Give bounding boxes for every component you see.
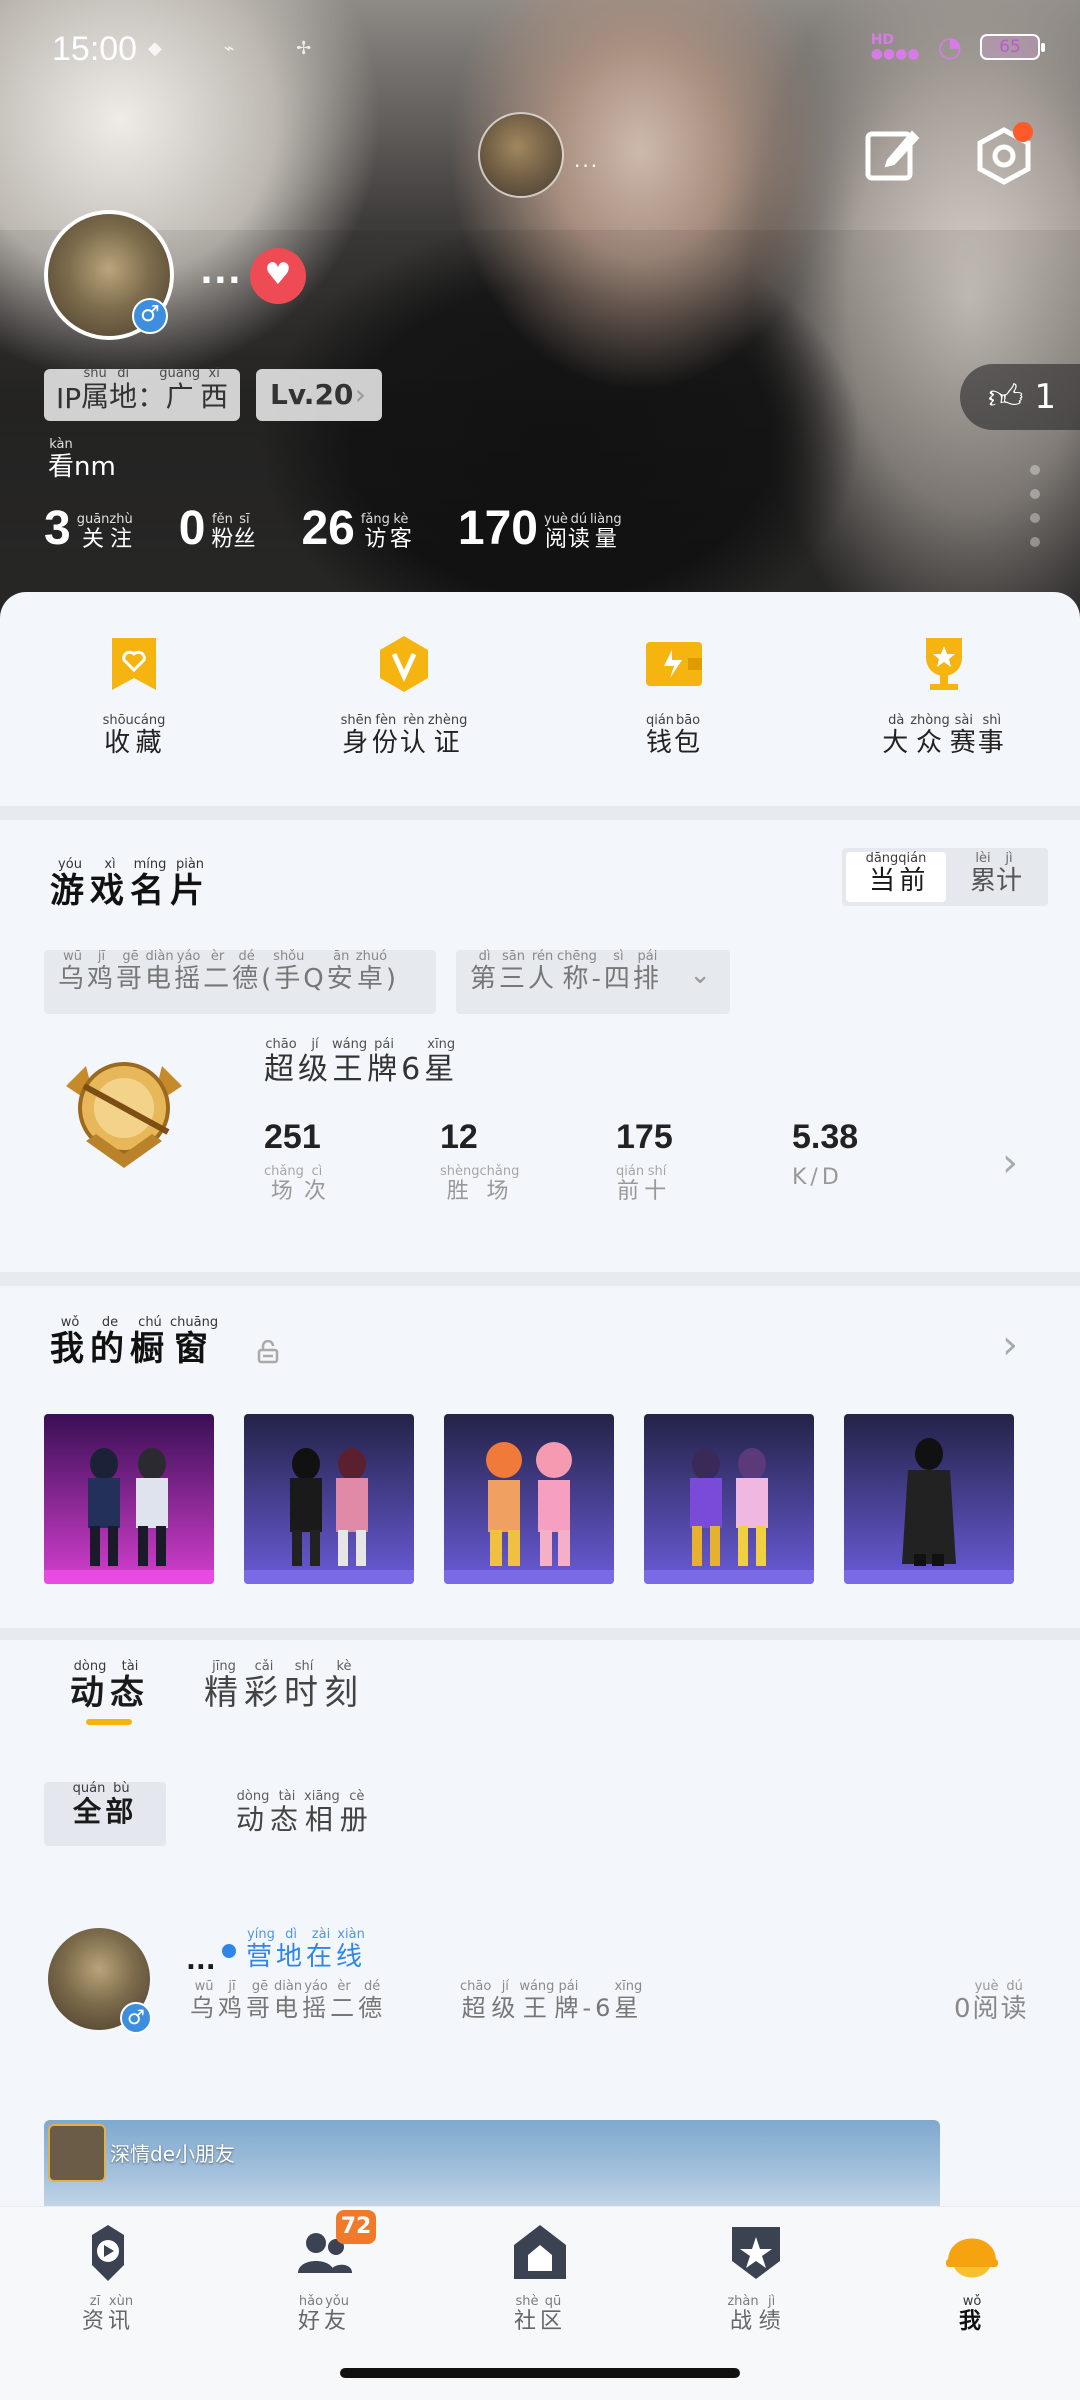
chevron-right-icon: › xyxy=(354,378,366,411)
status-notification-icons: ◆ ⌁ ✢ xyxy=(148,38,340,59)
bio-char: 看kàn xyxy=(48,437,75,482)
showcase-item[interactable] xyxy=(444,1414,614,1584)
tab-posts[interactable]: 动dòng态tài xyxy=(70,1659,150,1714)
quick-wallet[interactable]: 钱qián包bāo xyxy=(564,632,784,759)
favorite-icon xyxy=(112,638,156,690)
stat-kd: 5.38 K/D xyxy=(792,1118,859,1190)
wallet-icon xyxy=(646,642,702,686)
online-status-dot xyxy=(222,1944,236,1958)
male-icon: ♂ xyxy=(132,298,168,334)
nav-friends[interactable]: 好hǎo友yǒu xyxy=(244,2221,404,2335)
status-time: 15:00 xyxy=(52,30,138,68)
post-image-username: 深情de小朋友 xyxy=(110,2142,235,2166)
ip-location-tag: IP 属shǔ地dì：广guǎng西xī xyxy=(44,366,241,421)
news-icon xyxy=(92,2225,124,2281)
post-image-avatar xyxy=(48,2124,106,2182)
hd-signal-icon: HD ●●●● xyxy=(870,31,920,62)
like-button[interactable]: 👍︎ 1 xyxy=(960,364,1080,430)
edit-icon[interactable] xyxy=(862,124,922,184)
quick-favorites[interactable]: 收shōu藏cáng xyxy=(24,632,244,759)
showcase-title: 我wǒ的de橱chú窗chuāng xyxy=(50,1315,219,1369)
profile-stats: 3 关guān注zhù 0 粉fěn丝sī 26 访fǎng客kè 170 阅yuè读d… xyxy=(44,505,668,553)
stat-reads[interactable]: 170 阅yuè读dú量liàng xyxy=(458,505,622,553)
battery-icon: 65 xyxy=(980,33,1045,60)
chevron-right-icon[interactable]: › xyxy=(1002,1140,1018,1186)
like-count: 1 xyxy=(1034,377,1056,417)
level-text: Lv.20 xyxy=(270,378,354,411)
post-nickname: ... xyxy=(186,1946,216,1976)
toggle-current[interactable]: 当dāng前qián xyxy=(846,851,946,902)
rank-badge-icon xyxy=(66,1062,182,1168)
status-bar: 15:00 ◆ ⌁ ✢ HD ●●●● ◔ 65 xyxy=(0,0,1080,100)
header-mini-avatar[interactable] xyxy=(478,112,564,198)
post-image[interactable]: 深情de小朋友 xyxy=(44,2120,940,2210)
showcase-item[interactable] xyxy=(44,1414,214,1584)
post-read-count: 0阅yuè读dú xyxy=(954,1979,1029,2024)
chevron-right-icon[interactable]: › xyxy=(1002,1322,1018,1368)
community-icon xyxy=(514,2225,566,2279)
home-indicator[interactable] xyxy=(340,2368,740,2378)
game-card-title: 游yóu戏xì名míng片piàn xyxy=(50,857,210,911)
showcase-item[interactable] xyxy=(644,1414,814,1584)
profile-bio: 看kànnm xyxy=(48,437,116,483)
thumbs-up-icon: 👍︎ xyxy=(988,377,1024,417)
header-mini-name: ... xyxy=(574,148,600,172)
stats-period-toggle[interactable]: 当dāng前qián 累lèi计jì xyxy=(842,848,1048,906)
trophy-icon xyxy=(926,638,962,690)
stats-icon xyxy=(732,2227,780,2279)
stat-wins: 12 胜shèng场chǎng xyxy=(440,1118,520,1204)
scroll-indicator xyxy=(1030,465,1042,565)
tab-active-indicator xyxy=(86,1719,132,1725)
section-divider xyxy=(0,806,1080,820)
filter-all[interactable]: 全quán部bù xyxy=(44,1781,166,1846)
lock-icon[interactable] xyxy=(256,1340,280,1364)
stat-fans[interactable]: 0 粉fěn丝sī xyxy=(179,505,256,553)
tab-highlights[interactable]: 精jīng彩cǎi时shí刻kè xyxy=(204,1659,364,1714)
me-icon xyxy=(946,2238,998,2278)
ip-region: 属shǔ地dì：广guǎng西xī xyxy=(81,366,229,413)
toggle-total[interactable]: 累lèi计jì xyxy=(946,851,1046,902)
filter-album[interactable]: 动dòng态tài相xiāng册cè xyxy=(236,1789,374,1838)
online-status-text: 营yíng地dì在zài线xiàn xyxy=(246,1927,367,1972)
quick-tournaments[interactable]: 大dà众zhòng赛sài事shì xyxy=(834,632,1054,759)
nav-news[interactable]: 资zī讯xùn xyxy=(28,2221,188,2335)
quick-actions-card: 收shōu藏cáng 身shēn份fèn认rèn证zhèng 钱qián包bāo… xyxy=(0,592,1080,802)
male-icon: ♂ xyxy=(120,2002,152,2034)
feed-section xyxy=(0,1640,1080,2200)
level-button[interactable]: Lv.20 › xyxy=(256,369,382,421)
post-rank: 超chāo级jí王wáng牌pái-6星xīng xyxy=(460,1979,643,2022)
status-right-icons: HD ●●●● ◔ 65 xyxy=(870,30,1045,63)
stat-visitors[interactable]: 26 访fǎng客kè xyxy=(301,505,411,553)
nav-stats[interactable]: 战zhàn绩jì xyxy=(676,2221,836,2335)
section-divider xyxy=(0,1272,1080,1286)
stat-following[interactable]: 3 关guān注zhù xyxy=(44,505,133,553)
nav-community[interactable]: 社shè区qū xyxy=(460,2221,620,2335)
ip-label: IP xyxy=(56,382,82,415)
showcase-item[interactable] xyxy=(844,1414,1014,1584)
server-selector[interactable]: 乌wū鸡jī哥gē电diàn摇yáo二èr德dé(手shǒuQ安ān卓zhuó) xyxy=(44,949,436,1014)
stat-matches: 251 场chǎng次cì xyxy=(264,1118,330,1204)
rank-name: 超chāo级jí王wáng牌pái6星xīng xyxy=(264,1037,459,1087)
mode-selector[interactable]: 第dì三sān人rén称chēng-四sì排pái ⌄ xyxy=(456,949,730,1014)
profile-nickname: ... xyxy=(200,252,242,292)
nav-me[interactable]: 我wǒ xyxy=(892,2221,1052,2335)
showcase-item[interactable] xyxy=(244,1414,414,1584)
stat-top10: 175 前qián十shí xyxy=(616,1118,673,1204)
settings-notification-dot xyxy=(1013,122,1033,142)
mode-text: 第dì三sān人rén称chēng-四sì排pái xyxy=(470,949,662,994)
quick-identity[interactable]: 身shēn份fèn认rèn证zhèng xyxy=(294,632,514,759)
friends-badge: 72 xyxy=(336,2210,376,2244)
wifi-icon: ◔ xyxy=(937,30,962,63)
bio-text: nm xyxy=(74,452,116,482)
chevron-down-icon: ⌄ xyxy=(689,960,714,990)
post-server: 乌wū鸡jī哥gē电diàn摇yáo二èr德dé xyxy=(190,1979,387,2022)
heart-icon[interactable]: ♥ xyxy=(250,248,306,304)
verify-icon xyxy=(380,636,428,692)
